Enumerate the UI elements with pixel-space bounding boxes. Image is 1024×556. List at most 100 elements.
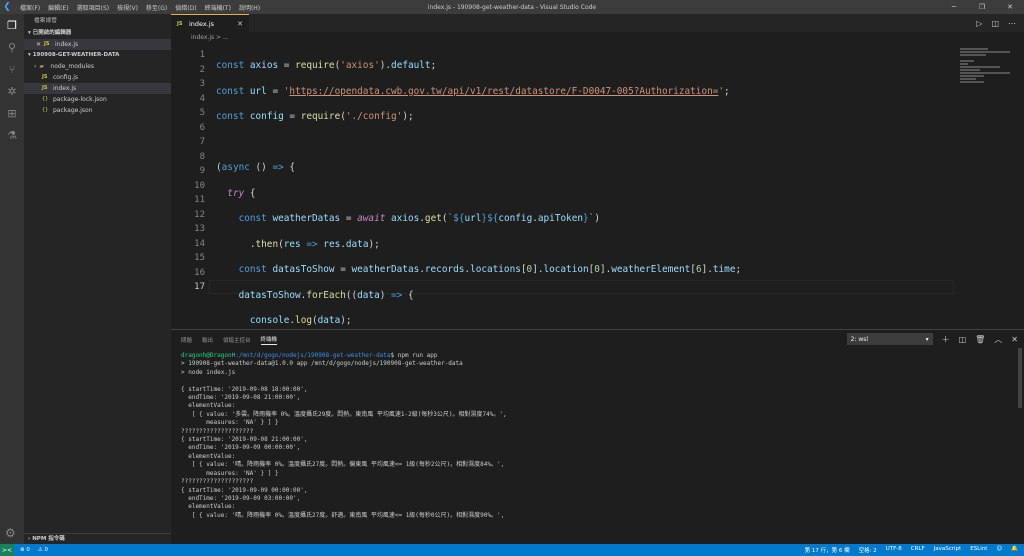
tree-item-node-modules[interactable]: › ▰ node_modules [24, 61, 171, 72]
line-number: 8 [199, 151, 205, 162]
tab-label: index.js [189, 19, 215, 28]
chevron-right-icon: › [34, 63, 37, 70]
javascript-file-icon: JS [177, 20, 183, 27]
indentation[interactable]: 空格: 2 [859, 546, 877, 554]
javascript-file-icon: JS [42, 74, 48, 80]
split-editor-icon[interactable]: ◫ [991, 19, 999, 28]
line-ending[interactable]: CRLF [911, 546, 925, 554]
line-number: 11 [194, 195, 205, 205]
menu-go[interactable]: 移至(G) [146, 3, 167, 12]
close-editor-icon[interactable]: ✕ [36, 39, 41, 50]
editor-actions: ▷ ◫ ⋯ [976, 14, 1024, 32]
tree-item-config-js[interactable]: JS config.js [24, 72, 171, 83]
menu-bar: 檔案(F) 編輯(E) 選取項目(S) 檢視(V) 移至(G) 偵錯(D) 終端… [20, 3, 260, 12]
terminal-prompt-line: dragonh@DragonH:/mnt/d/gogo/nodejs/19090… [181, 352, 438, 359]
trash-icon[interactable]: 🗑 [975, 335, 985, 344]
prompt-command: $ npm run app [390, 352, 438, 359]
line-number: 13 [194, 224, 205, 234]
tree-item-label: config.js [53, 74, 79, 81]
tree-item-package-lock-json[interactable]: {} package-lock.json [24, 94, 171, 105]
prompt-path: :/mnt/d/gogo/nodejs/190908-get-weather-d… [235, 352, 391, 359]
title-bar: ❮ 檔案(F) 編輯(E) 選取項目(S) 檢視(V) 移至(G) 偵錯(D) … [0, 0, 1024, 14]
warnings-count[interactable]: ⚠ 0 [38, 547, 48, 553]
code-editor[interactable]: 1 2 3 4 5 6 7 8 9 10 11 12 13 14 15 16 17 const axios = … [171, 44, 1024, 479]
line-number: 17 [194, 282, 205, 292]
tree-item-index-js[interactable]: JS index.js [24, 83, 171, 94]
terminal-scrollbar[interactable] [1018, 348, 1022, 408]
close-panel-icon[interactable]: ✕ [1011, 335, 1018, 344]
language-mode[interactable]: JavaScript [934, 546, 962, 554]
activity-bar: ❐ ⚲ ⑂ ✲ ⊞ ⚗ [0, 14, 24, 544]
line-number: 7 [199, 137, 205, 147]
tree-item-label: package-lock.json [53, 96, 107, 103]
minimap[interactable] [954, 44, 1024, 329]
line-number: 16 [194, 267, 205, 278]
encoding[interactable]: UTF-8 [886, 546, 902, 554]
open-editors-section[interactable]: ▾ 已開啟的編輯器 [24, 28, 171, 39]
code-line: try { [227, 187, 256, 199]
close-tab-icon[interactable]: ✕ [237, 20, 243, 28]
json-file-icon: {} [42, 96, 49, 102]
code-line: datasToShow.forEach((data) => { [238, 289, 414, 301]
terminal-select[interactable]: 2: wsl [846, 333, 933, 345]
remote-indicator[interactable]: >< [0, 544, 14, 556]
bell-icon[interactable]: 🔔 [1011, 546, 1018, 554]
test-flask-icon[interactable]: ⚗ [5, 128, 19, 142]
json-file-icon: {} [42, 107, 49, 113]
tab-index-js[interactable]: JS index.js ✕ [171, 14, 249, 32]
breadcrumb[interactable]: index.js > ... [171, 32, 1024, 44]
open-editor-label: index.js [55, 41, 79, 48]
new-terminal-icon[interactable]: ＋ [942, 334, 950, 345]
chevron-up-icon[interactable]: ︿ [994, 334, 1002, 345]
eslint-status[interactable]: ESLint [970, 546, 987, 554]
vscode-logo-icon: ❮ [3, 2, 11, 12]
menu-terminal[interactable]: 終端機(T) [205, 3, 231, 12]
tree-item-package-json[interactable]: {} package.json [24, 105, 171, 116]
debug-icon[interactable]: ✲ [5, 84, 19, 98]
tree-item-label: node_modules [50, 63, 94, 70]
tab-terminal[interactable]: 終端機 [260, 335, 278, 345]
split-terminal-icon[interactable]: ◫ [959, 335, 967, 344]
line-number: 1 [199, 50, 205, 60]
more-actions-icon[interactable]: ⋯ [1008, 19, 1016, 28]
tab-debug-console[interactable]: 偵錯主控台 [223, 336, 251, 344]
explorer-sidebar: 檔案總管 ▾ 已開啟的編輯器 ✕ JS index.js ▾ 190908-GE… [24, 14, 171, 544]
menu-edit[interactable]: 編輯(E) [48, 3, 68, 12]
menu-debug[interactable]: 偵錯(D) [175, 3, 196, 12]
smiley-feedback-icon[interactable]: ☺ [996, 546, 1002, 554]
project-label: 190908-GET-WEATHER-DATA [32, 52, 120, 58]
folder-icon: ▰ [39, 63, 45, 70]
extensions-icon[interactable]: ⊞ [5, 106, 19, 120]
menu-view[interactable]: 檢視(V) [117, 3, 138, 12]
run-icon[interactable]: ▷ [976, 19, 982, 28]
menu-help[interactable]: 說明(H) [239, 3, 260, 12]
line-number: 12 [194, 209, 205, 220]
menu-selection[interactable]: 選取項目(S) [77, 3, 110, 12]
search-icon[interactable]: ⚲ [5, 40, 19, 54]
close-window-button[interactable]: ✕ [996, 0, 1024, 14]
errors-count[interactable]: ⊗ 0 [20, 547, 30, 553]
project-section[interactable]: ▾ 190908-GET-WEATHER-DATA [24, 50, 171, 61]
tab-problems[interactable]: 問題 [181, 336, 192, 344]
explorer-icon[interactable]: ❐ [5, 18, 19, 32]
source-control-icon[interactable]: ⑂ [5, 62, 19, 76]
code-line: .then(res => res.data); [216, 238, 380, 250]
settings-gear-icon[interactable]: ⚙ [5, 526, 16, 540]
open-editor-item[interactable]: ✕ JS index.js [24, 39, 171, 50]
line-number: 15 [194, 253, 205, 263]
line-number: 3 [199, 79, 205, 89]
cursor-position[interactable]: 第 17 行，第 6 欄 [805, 546, 850, 554]
tab-output[interactable]: 輸出 [202, 336, 213, 344]
line-number: 10 [194, 180, 205, 191]
open-editors-label: 已開啟的編輯器 [32, 30, 72, 36]
minimize-button[interactable]: ─ [940, 0, 968, 14]
javascript-file-icon: JS [42, 85, 48, 91]
terminal-output[interactable]: dragonh@DragonH:/mnt/d/gogo/nodejs/19090… [181, 352, 507, 520]
menu-file[interactable]: 檔案(F) [20, 3, 40, 12]
prompt-user: dragonh@DragonH [181, 352, 236, 359]
line-number: 5 [199, 108, 205, 118]
maximize-button[interactable]: ❐ [968, 0, 996, 14]
javascript-file-icon: JS [44, 41, 50, 47]
npm-scripts-section[interactable]: › NPM 指令碼 [24, 533, 171, 544]
